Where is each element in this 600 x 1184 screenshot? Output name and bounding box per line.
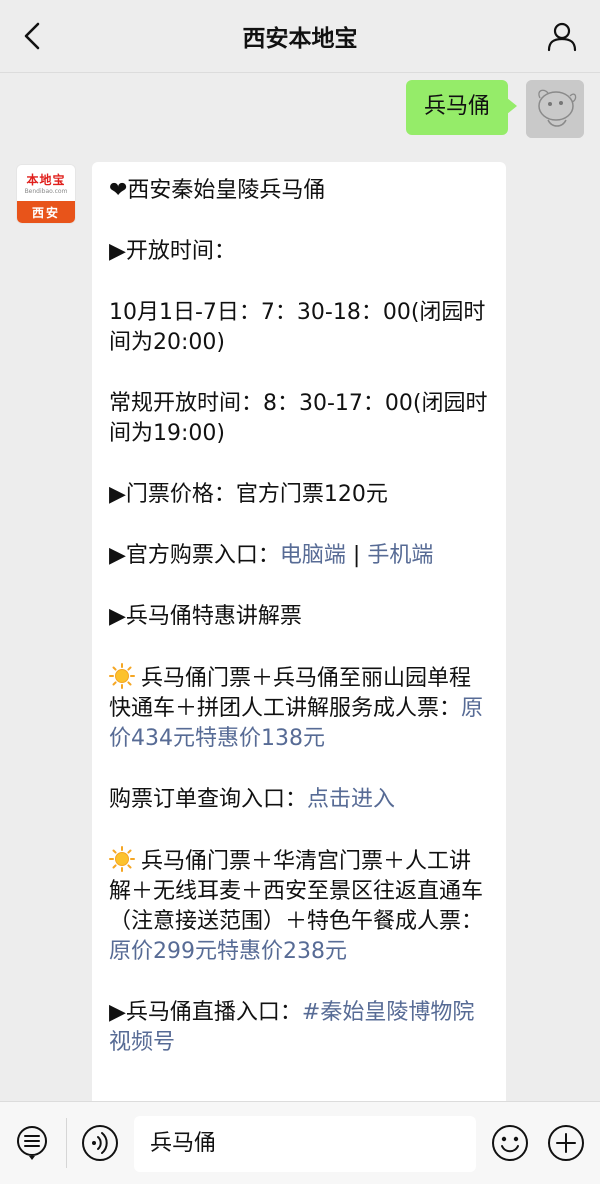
outgoing-bubble[interactable]: 兵马俑 [405,80,518,135]
offer-2: 兵马俑门票＋华清宫门票＋人工讲解＋无线耳麦＋西安至景区往返直通车（注意接送范围）… [109,846,489,967]
voice-button[interactable] [80,1123,120,1163]
user-avatar[interactable] [526,80,584,138]
offer-1: 兵马俑门票＋兵马俑至丽山园单程快通车＋拼团人工讲解服务成人票：原价434元特惠价… [109,663,489,754]
more-button[interactable] [546,1123,586,1163]
live-entry: ▶兵马俑直播入口：#秦始皇陵博物院视频号 [109,998,489,1058]
separator [66,1118,67,1168]
input-bar: 兵马俑 [0,1101,600,1184]
outgoing-message: 兵马俑 [405,80,584,138]
voice-icon [82,1125,118,1161]
order-query-link[interactable]: 点击进入 [307,787,395,812]
hours-heading: ▶开放时间： [109,239,236,264]
page-title: 西安本地宝 [242,26,358,52]
emoji-icon [492,1125,528,1161]
official-entry-label: ▶官方购票入口： [109,543,280,568]
order-query-label: 购票订单查询入口： [109,787,308,812]
logo-sub: Bendibao.com [24,188,68,195]
back-button[interactable] [14,18,50,54]
profile-button[interactable] [544,18,580,54]
sun-icon [109,846,135,872]
hours-holiday: 10月1日-7日：7：30-18：00(闭园时间为20:00) [109,300,486,355]
offer-1-text: 兵马俑门票＋兵马俑至丽山园单程快通车＋拼团人工讲解服务成人票： [109,666,472,721]
user-icon [547,22,577,52]
menu-button[interactable] [12,1123,52,1163]
ticket-price: ▶门票价格：官方门票120元 [109,482,388,507]
order-query: 购票订单查询入口：点击进入 [109,785,489,815]
back-icon [24,22,40,50]
menu-list-icon [17,1126,47,1160]
logo-brand: 本地宝 [26,173,66,187]
emoji-button[interactable] [490,1123,530,1163]
mobile-link[interactable]: 手机端 [367,543,433,568]
live-entry-label: ▶兵马俑直播入口： [109,1000,302,1025]
sun-icon [109,663,135,689]
pc-link[interactable]: 电脑端 [280,543,346,568]
hours-regular: 常规开放时间：8：30-17：00(闭园时间为19:00) [109,391,488,446]
top-bar: 西安本地宝 [0,0,600,73]
bendibao-avatar[interactable]: 本地宝 Bendibao.com 西安 [16,164,76,224]
logo-city: 西安 [17,201,75,223]
message-title: ❤西安秦始皇陵兵马俑 [109,178,326,203]
incoming-bubble: ❤西安秦始皇陵兵马俑 ▶开放时间： 10月1日-7日：7：30-18：00(闭园… [92,162,506,1122]
offer-2-link[interactable]: 原价299元特惠价238元 [109,939,347,964]
offer-2-text: 兵马俑门票＋华清宫门票＋人工讲解＋无线耳麦＋西安至景区往返直通车（注意接送范围）… [109,849,484,934]
avatar-sketch-icon [526,80,584,138]
discount-heading: ▶兵马俑特惠讲解票 [109,604,302,629]
official-entry-separator: | [345,543,368,568]
official-entry: ▶官方购票入口：电脑端 | 手机端 [109,541,489,571]
message-input[interactable]: 兵马俑 [134,1116,476,1172]
plus-icon [548,1125,584,1161]
bendibao-logo: 本地宝 Bendibao.com [17,165,75,201]
